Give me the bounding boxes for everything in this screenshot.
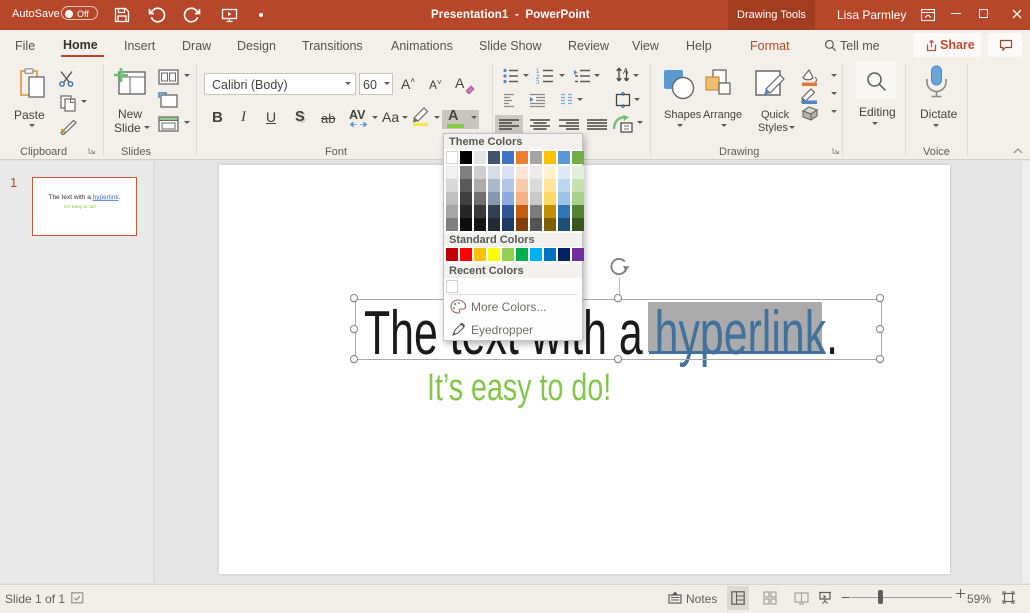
svg-text:3: 3 (536, 81, 540, 85)
svg-text:A: A (623, 67, 629, 76)
